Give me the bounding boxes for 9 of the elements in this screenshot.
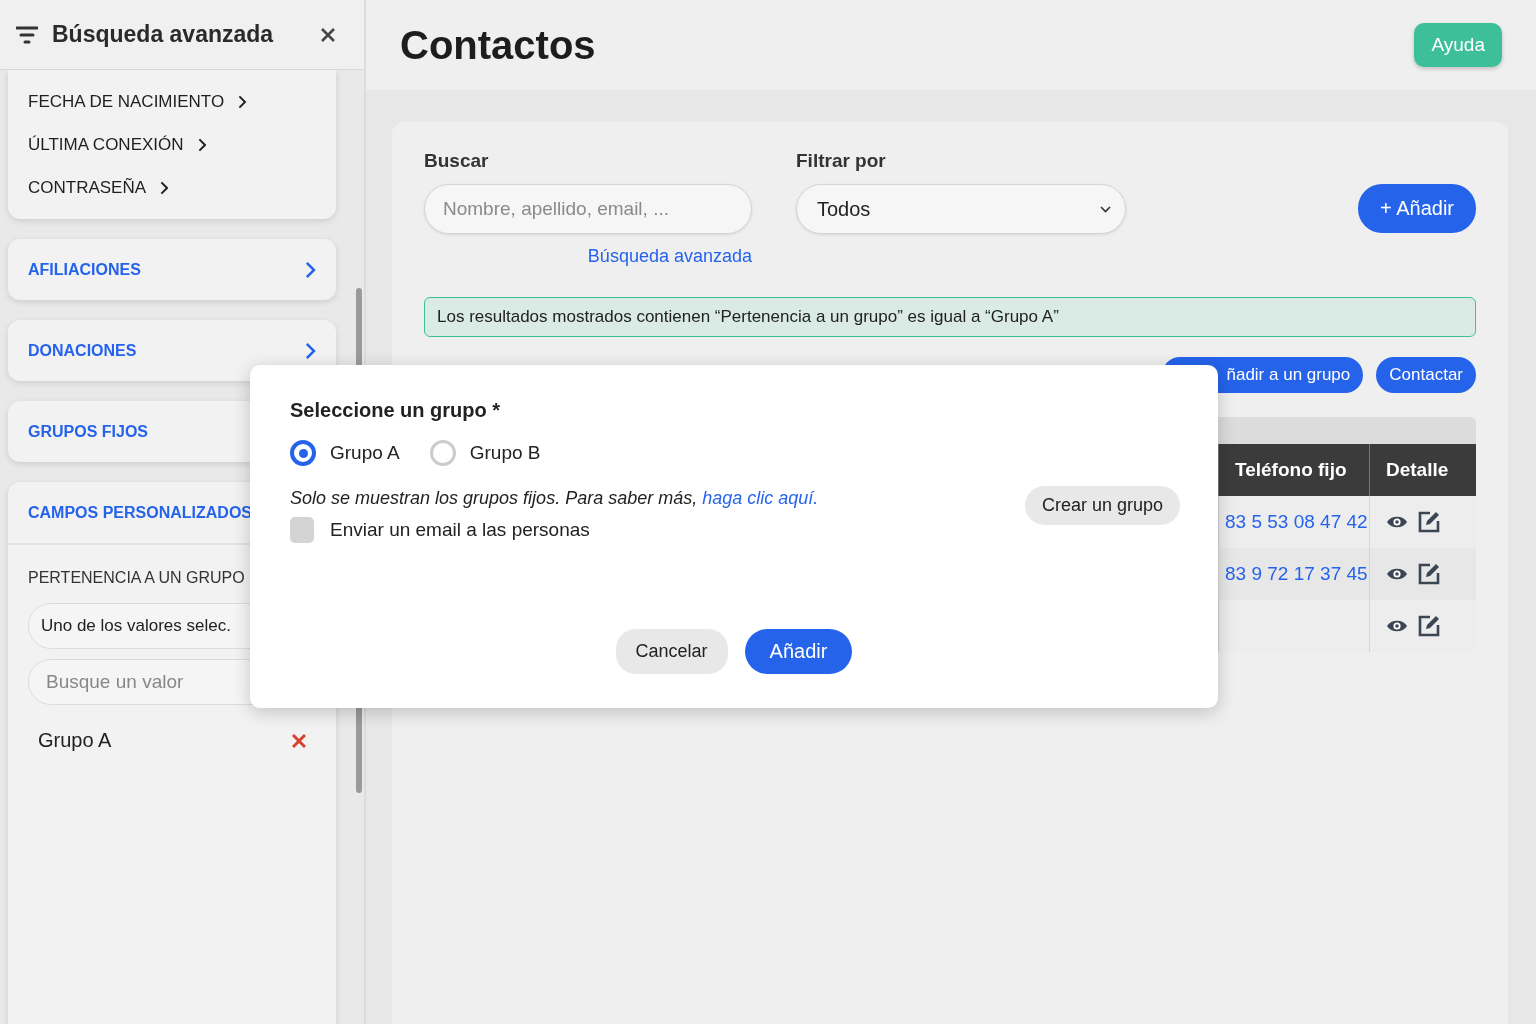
search-label: Buscar [424,150,490,172]
field-label: PERTENENCIA A UN GRUPO [28,569,246,587]
panel-title: Búsqueda avanzada [52,21,275,48]
selected-value: Grupo A [38,729,112,752]
info-note: Solo se muestran los grupos fijos. Para saber más, haga clic aquí. [290,488,819,510]
results-notice: Los resultados mostrados contienen “Pertenencia a un grupo” es igual a “Grupo A” [424,297,1476,337]
page-title: Contactos [400,22,596,68]
dialog-title: Seleccione un grupo * [290,399,502,422]
filter-label: Filtrar por [796,150,887,172]
